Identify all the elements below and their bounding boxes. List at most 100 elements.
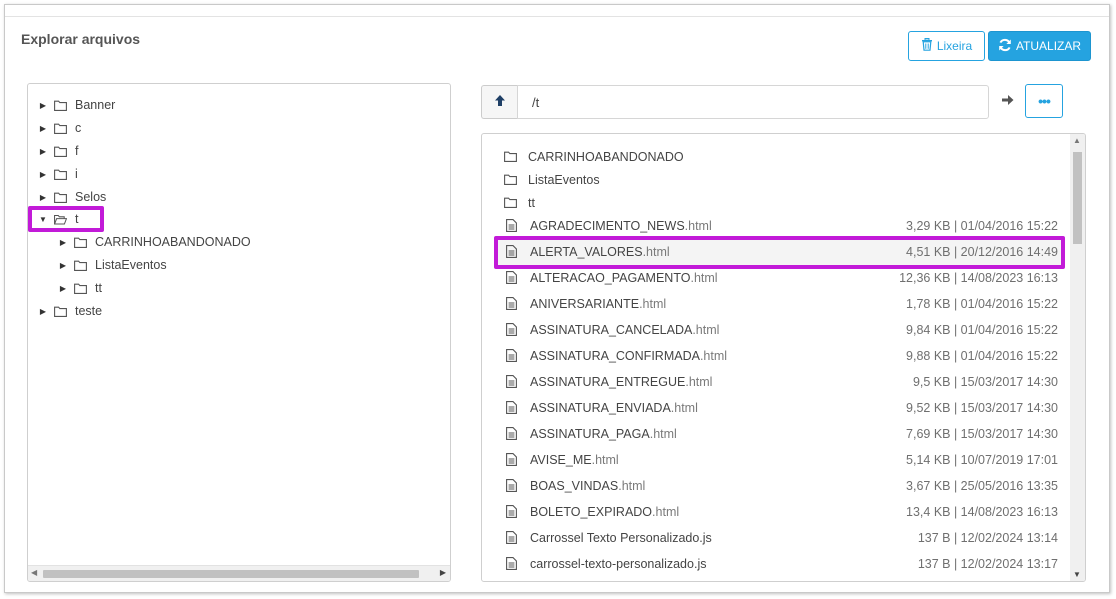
caret-right-icon[interactable]: ▶: [58, 261, 68, 270]
file-size-date: 7,69 KB | 15/03/2017 14:30: [906, 427, 1058, 441]
tree-node-carrinhoabandonado[interactable]: ▶ CARRINHOABANDONADO: [58, 231, 251, 253]
horizontal-scrollbar[interactable]: ◀ ▶: [28, 565, 450, 581]
scroll-up-icon[interactable]: ▲: [1073, 136, 1081, 145]
folder-icon: [54, 168, 67, 181]
vertical-scroll-thumb[interactable]: [1073, 152, 1082, 244]
file-size-date: 9,5 KB | 15/03/2017 14:30: [912, 375, 1058, 389]
file-size-date: 13,4 KB | 14/08/2023 16:13: [906, 505, 1058, 519]
file-extension: .html: [685, 375, 713, 389]
file-size-date: 137 B | 12/02/2024 13:17: [917, 557, 1058, 571]
folder-name: tt: [528, 195, 535, 210]
more-options-button[interactable]: •••: [1025, 84, 1063, 118]
go-button[interactable]: [997, 91, 1017, 111]
file-row[interactable]: BOAS_VINDAS.html 3,67 KB | 25/05/2016 13:…: [482, 473, 1068, 499]
file-basename: BOLETO_EXPIRADO: [530, 505, 653, 519]
file-row[interactable]: carrossel-texto-personalizado.js 137 B | …: [482, 551, 1068, 577]
caret-right-icon[interactable]: ▶: [58, 238, 68, 247]
page-title: Explorar arquivos: [21, 31, 141, 47]
tree-node-label: teste: [75, 304, 103, 318]
trash-button-label: Lixeira: [936, 39, 973, 53]
file-row[interactable]: BOLETO_EXPIRADO.html 13,4 KB | 14/08/2023…: [482, 499, 1068, 525]
tree-node-f[interactable]: ▶ f: [38, 140, 79, 162]
tree-node-i[interactable]: ▶ i: [38, 163, 78, 185]
file-extension: .html: [591, 453, 619, 467]
caret-right-icon[interactable]: ▶: [38, 170, 48, 179]
tree-node-label: t: [75, 212, 79, 226]
folder-row[interactable]: tt: [482, 191, 1068, 214]
file-basename: ASSINATURA_CONFIRMADA: [530, 349, 700, 363]
tree-node-teste[interactable]: ▶ teste: [38, 300, 102, 322]
file-row[interactable]: AVISE_ME.html 5,14 KB | 10/07/2019 17:01: [482, 447, 1068, 473]
parent-folder-button[interactable]: [481, 85, 517, 119]
top-divider: [5, 16, 1109, 17]
file-text-icon: [506, 453, 519, 467]
tree-node-listaeventos[interactable]: ▶ ListaEventos: [58, 254, 167, 276]
horizontal-scroll-thumb[interactable]: [43, 570, 419, 578]
scroll-right-icon[interactable]: ▶: [440, 568, 446, 577]
tree-node-tt[interactable]: ▶ tt: [58, 277, 102, 299]
file-basename: Carrossel Texto Personalizado.js: [530, 531, 712, 545]
arrow-up-icon: [494, 94, 506, 110]
folder-name: CARRINHOABANDONADO: [528, 149, 684, 164]
folder-row[interactable]: CARRINHOABANDONADO: [482, 145, 1068, 168]
tree-node-c[interactable]: ▶ c: [38, 117, 81, 139]
refresh-button-label: ATUALIZAR: [1015, 39, 1082, 53]
caret-right-icon[interactable]: ▶: [58, 284, 68, 293]
caret-down-icon[interactable]: ▼: [38, 215, 48, 224]
file-row[interactable]: ANIVERSARIANTE.html 1,78 KB | 01/04/2016 …: [482, 291, 1068, 317]
file-text-icon: [506, 557, 519, 571]
tree-node-label: Selos: [75, 190, 107, 204]
file-basename: ASSINATURA_PAGA: [530, 427, 650, 441]
file-text-icon: [506, 271, 519, 285]
folder-icon: [54, 145, 67, 158]
file-row[interactable]: ASSINATURA_CONFIRMADA.html 9,88 KB | 01/0…: [482, 343, 1068, 369]
file-size-date: 3,29 KB | 01/04/2016 15:22: [906, 219, 1058, 233]
file-text-icon: [506, 479, 519, 493]
tree-node-banner[interactable]: ▶ Banner: [38, 94, 115, 116]
file-extension: .html: [642, 245, 670, 259]
vertical-scrollbar[interactable]: ▲ ▼: [1070, 134, 1085, 581]
tree-node-label: f: [75, 144, 79, 158]
tree-node-selos[interactable]: ▶ Selos: [38, 186, 106, 208]
file-text-icon: [506, 323, 519, 337]
file-name: AGRADECIMENTO_NEWS.html: [530, 219, 712, 233]
file-row[interactable]: ASSINATURA_ENTREGUE.html 9,5 KB | 15/03/2…: [482, 369, 1068, 395]
file-basename: ANIVERSARIANTE: [530, 297, 640, 311]
file-row[interactable]: ASSINATURA_CANCELADA.html 9,84 KB | 01/04…: [482, 317, 1068, 343]
refresh-icon: [998, 38, 1012, 55]
caret-right-icon[interactable]: ▶: [38, 101, 48, 110]
folder-row[interactable]: ListaEventos: [482, 168, 1068, 191]
file-row[interactable]: ALERTA_VALORES.html 4,51 KB | 20/12/2016 …: [482, 239, 1068, 265]
file-row[interactable]: AGRADECIMENTO_NEWS.html 3,29 KB | 01/04/2…: [482, 213, 1068, 239]
folder-icon: [504, 151, 517, 165]
file-row[interactable]: Carrossel Texto Personalizado.js 137 B | …: [482, 525, 1068, 551]
tree-node-label: ListaEventos: [95, 258, 167, 272]
file-row[interactable]: ALTERACAO_PAGAMENTO.html 12,36 KB | 14/08…: [482, 265, 1068, 291]
file-basename: ASSINATURA_ENTREGUE: [530, 375, 686, 389]
file-row[interactable]: ASSINATURA_PAGA.html 7,69 KB | 15/03/2017…: [482, 421, 1068, 447]
folder-icon: [504, 197, 517, 211]
file-text-icon: [506, 427, 519, 441]
file-basename: AVISE_ME: [530, 453, 592, 467]
trash-button[interactable]: Lixeira: [908, 31, 985, 61]
tree-node-t[interactable]: ▼ t: [38, 208, 78, 230]
tree-node-label: c: [75, 121, 82, 135]
file-row[interactable]: ASSINATURA_ENVIADA.html 9,52 KB | 15/03/2…: [482, 395, 1068, 421]
file-name: carrossel-texto-personalizado.js: [530, 557, 706, 571]
caret-right-icon[interactable]: ▶: [38, 147, 48, 156]
file-extension: .html: [690, 271, 718, 285]
caret-right-icon[interactable]: ▶: [38, 307, 48, 316]
folder-icon: [54, 122, 67, 135]
file-text-icon: [506, 531, 519, 545]
refresh-button[interactable]: ATUALIZAR: [988, 31, 1091, 61]
file-basename: BOAS_VINDAS: [530, 479, 619, 493]
folder-icon: [54, 305, 67, 318]
folder-icon: [74, 236, 87, 249]
file-extension: .html: [684, 219, 712, 233]
scroll-down-icon[interactable]: ▼: [1073, 570, 1081, 579]
caret-right-icon[interactable]: ▶: [38, 124, 48, 133]
folder-open-icon: [54, 213, 67, 226]
path-input[interactable]: [517, 85, 989, 119]
caret-right-icon[interactable]: ▶: [38, 193, 48, 202]
scroll-left-icon[interactable]: ◀: [31, 568, 37, 577]
